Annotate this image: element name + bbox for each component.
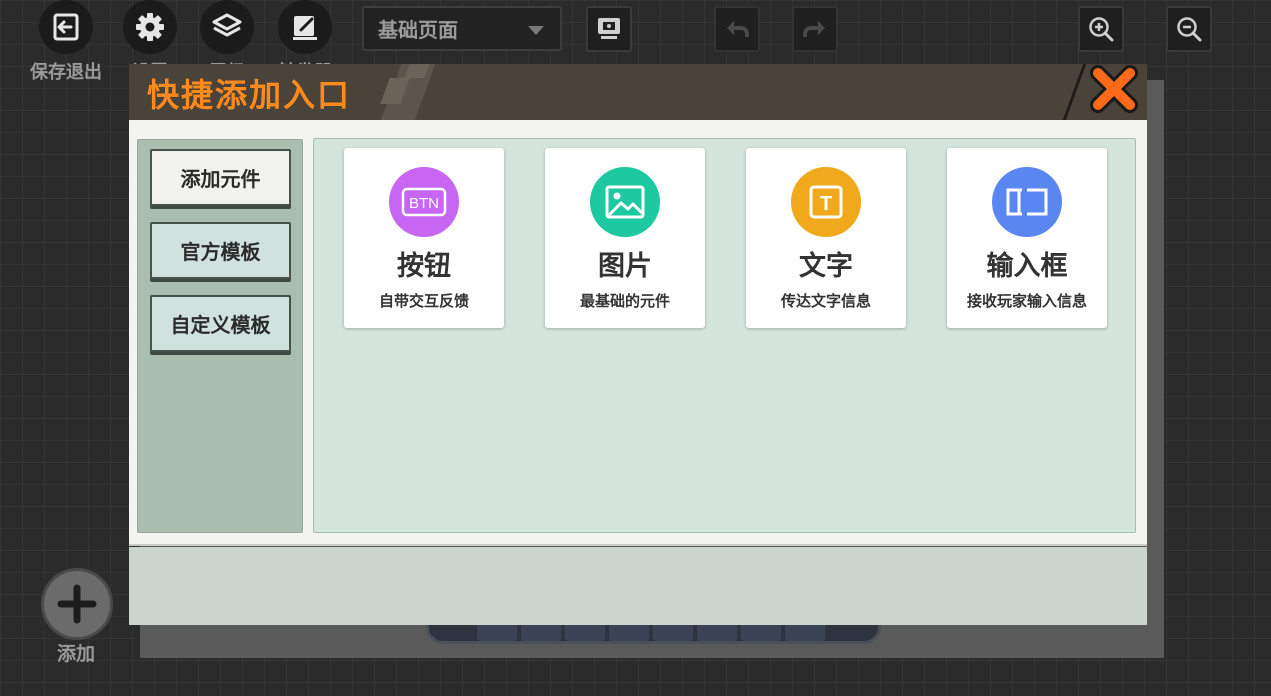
edit-note-icon (293, 16, 317, 40)
component-grid: BTN 按钮 自带交互反馈 图片 最基础的元件 T 文字 传达文字信息 输入框 … (313, 138, 1136, 533)
modal-title: 快捷添加入口 (147, 76, 352, 114)
card-title: 图片 (598, 251, 652, 282)
monitor-icon (598, 18, 620, 39)
card-title: 文字 (799, 251, 853, 282)
category-sidebar: 添加元件 官方模板 自定义模板 (137, 139, 303, 533)
component-card-text[interactable]: T 文字 传达文字信息 (746, 148, 906, 328)
card-title: 输入框 (986, 251, 1068, 282)
close-icon (1090, 65, 1138, 113)
chevron-down-icon (528, 26, 544, 35)
quick-add-modal: 快捷添加入口 添加元件 官方模板 自定义模板 BTN 按钮 自带交互反馈 图片 … (129, 64, 1147, 625)
exit-icon (53, 13, 79, 41)
component-card-button[interactable]: BTN 按钮 自带交互反馈 (344, 148, 504, 328)
zoom-in-icon (1089, 17, 1114, 42)
tab-custom-templates[interactable]: 自定义模板 (150, 295, 291, 352)
page-select[interactable]: 基础页面 (362, 6, 562, 51)
image-icon (590, 167, 660, 237)
text-icon-letter: T (820, 193, 832, 215)
modal-body: 添加元件 官方模板 自定义模板 BTN 按钮 自带交互反馈 图片 最基础的元件 … (129, 120, 1147, 546)
save-exit-button[interactable] (39, 0, 93, 54)
card-description: 最基础的元件 (579, 292, 670, 310)
btn-icon-text: BTN (409, 195, 439, 212)
save-exit-label: 保存退出 (30, 62, 102, 83)
text-icon: T (791, 167, 861, 237)
input-box-icon (992, 167, 1062, 237)
card-description: 自带交互反馈 (378, 292, 469, 310)
tab-add-component[interactable]: 添加元件 (150, 149, 291, 206)
layers-icon (212, 13, 242, 37)
preview-device-button[interactable] (586, 6, 632, 52)
modal-footer (129, 547, 1147, 625)
undo-button[interactable] (714, 6, 760, 52)
zoom-out-icon (1177, 17, 1202, 42)
close-button[interactable] (1083, 58, 1145, 120)
tab-official-templates[interactable]: 官方模板 (150, 222, 291, 279)
redo-button[interactable] (792, 6, 838, 52)
gear-icon (136, 13, 164, 41)
add-label: 添加 (57, 643, 96, 665)
undo-icon (727, 21, 749, 37)
layers-button[interactable] (200, 0, 254, 54)
redo-icon (803, 21, 825, 37)
btn-icon: BTN (389, 167, 459, 237)
settings-button[interactable] (123, 0, 177, 54)
card-description: 接收玩家输入信息 (966, 292, 1087, 310)
add-button[interactable] (41, 568, 113, 640)
triggers-button[interactable] (278, 0, 332, 54)
card-description: 传达文字信息 (780, 292, 871, 310)
component-card-input[interactable]: 输入框 接收玩家输入信息 (947, 148, 1107, 328)
zoom-in-button[interactable] (1078, 6, 1124, 52)
tab-label: 添加元件 (180, 167, 261, 191)
page-select-value: 基础页面 (378, 18, 458, 42)
component-card-image[interactable]: 图片 最基础的元件 (545, 148, 705, 328)
zoom-out-button[interactable] (1166, 6, 1212, 52)
plus-icon (57, 584, 97, 624)
modal-header: 快捷添加入口 (129, 64, 1147, 120)
tab-label: 自定义模板 (170, 313, 271, 337)
card-title: 按钮 (397, 251, 451, 282)
tab-label: 官方模板 (180, 240, 261, 264)
